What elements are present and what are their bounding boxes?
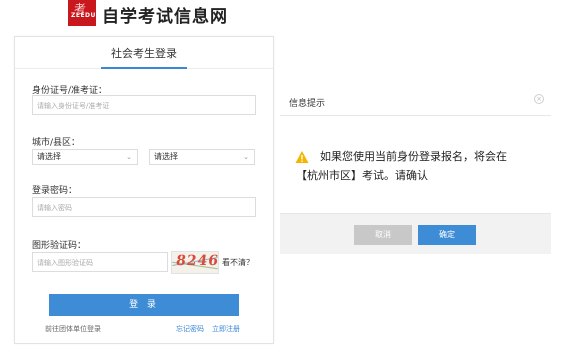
captcha-text: 8246 [174,253,219,269]
captcha-image[interactable]: 8246 [171,251,219,274]
chevron-down-icon: ⌄ [126,153,132,161]
id-number-input[interactable]: 请输入身份证号/准考证 [32,95,256,115]
district-select-value: 请选择 [154,152,178,161]
site-title: 自学考试信息网 [102,7,228,27]
login-button[interactable]: 登 录 [49,294,239,316]
dialog-message-line1: 如果您使用当前身份登录报名，将会在 [320,150,507,163]
dialog-title: 信息提示 [289,99,326,109]
dialog-message-line2: 【杭州市区】考试。请确认 [296,169,428,182]
dialog-divider [280,115,551,116]
login-card: 社会考生登录 身份证号/准考证： 请输入身份证号/准考证 城市/县区： 请选择 … [14,36,274,344]
captcha-label: 图形验证码： [32,241,87,251]
site-logo[interactable]: 考 ZEEDU [68,0,96,26]
warning-icon [295,151,309,163]
chevron-down-icon: ⌄ [243,153,249,161]
password-input[interactable]: 请输入密码 [32,197,256,217]
forgot-password-link[interactable]: 忘记密码 [176,324,204,334]
active-tab-indicator [101,67,187,69]
district-select[interactable]: 请选择 ⌄ [149,149,255,165]
region-label: 城市/县区： [32,138,81,148]
refresh-captcha-link[interactable]: 看不清？ [222,257,254,268]
group-login-link[interactable]: 前往团体单位登录 [45,324,101,334]
close-icon[interactable]: × [534,94,544,104]
dialog-footer [280,213,551,254]
logo-text: ZEEDU [71,12,96,19]
city-select-value: 请选择 [37,152,61,161]
cancel-button[interactable]: 取消 [354,225,412,245]
captcha-input[interactable]: 请输入图形验证码 [32,252,168,272]
confirm-button[interactable]: 确定 [418,225,476,245]
tab-social-candidate-login[interactable]: 社会考生登录 [101,43,187,67]
city-select[interactable]: 请选择 ⌄ [32,149,138,165]
register-link[interactable]: 立即注册 [212,324,240,334]
password-label: 登录密码： [32,186,78,196]
